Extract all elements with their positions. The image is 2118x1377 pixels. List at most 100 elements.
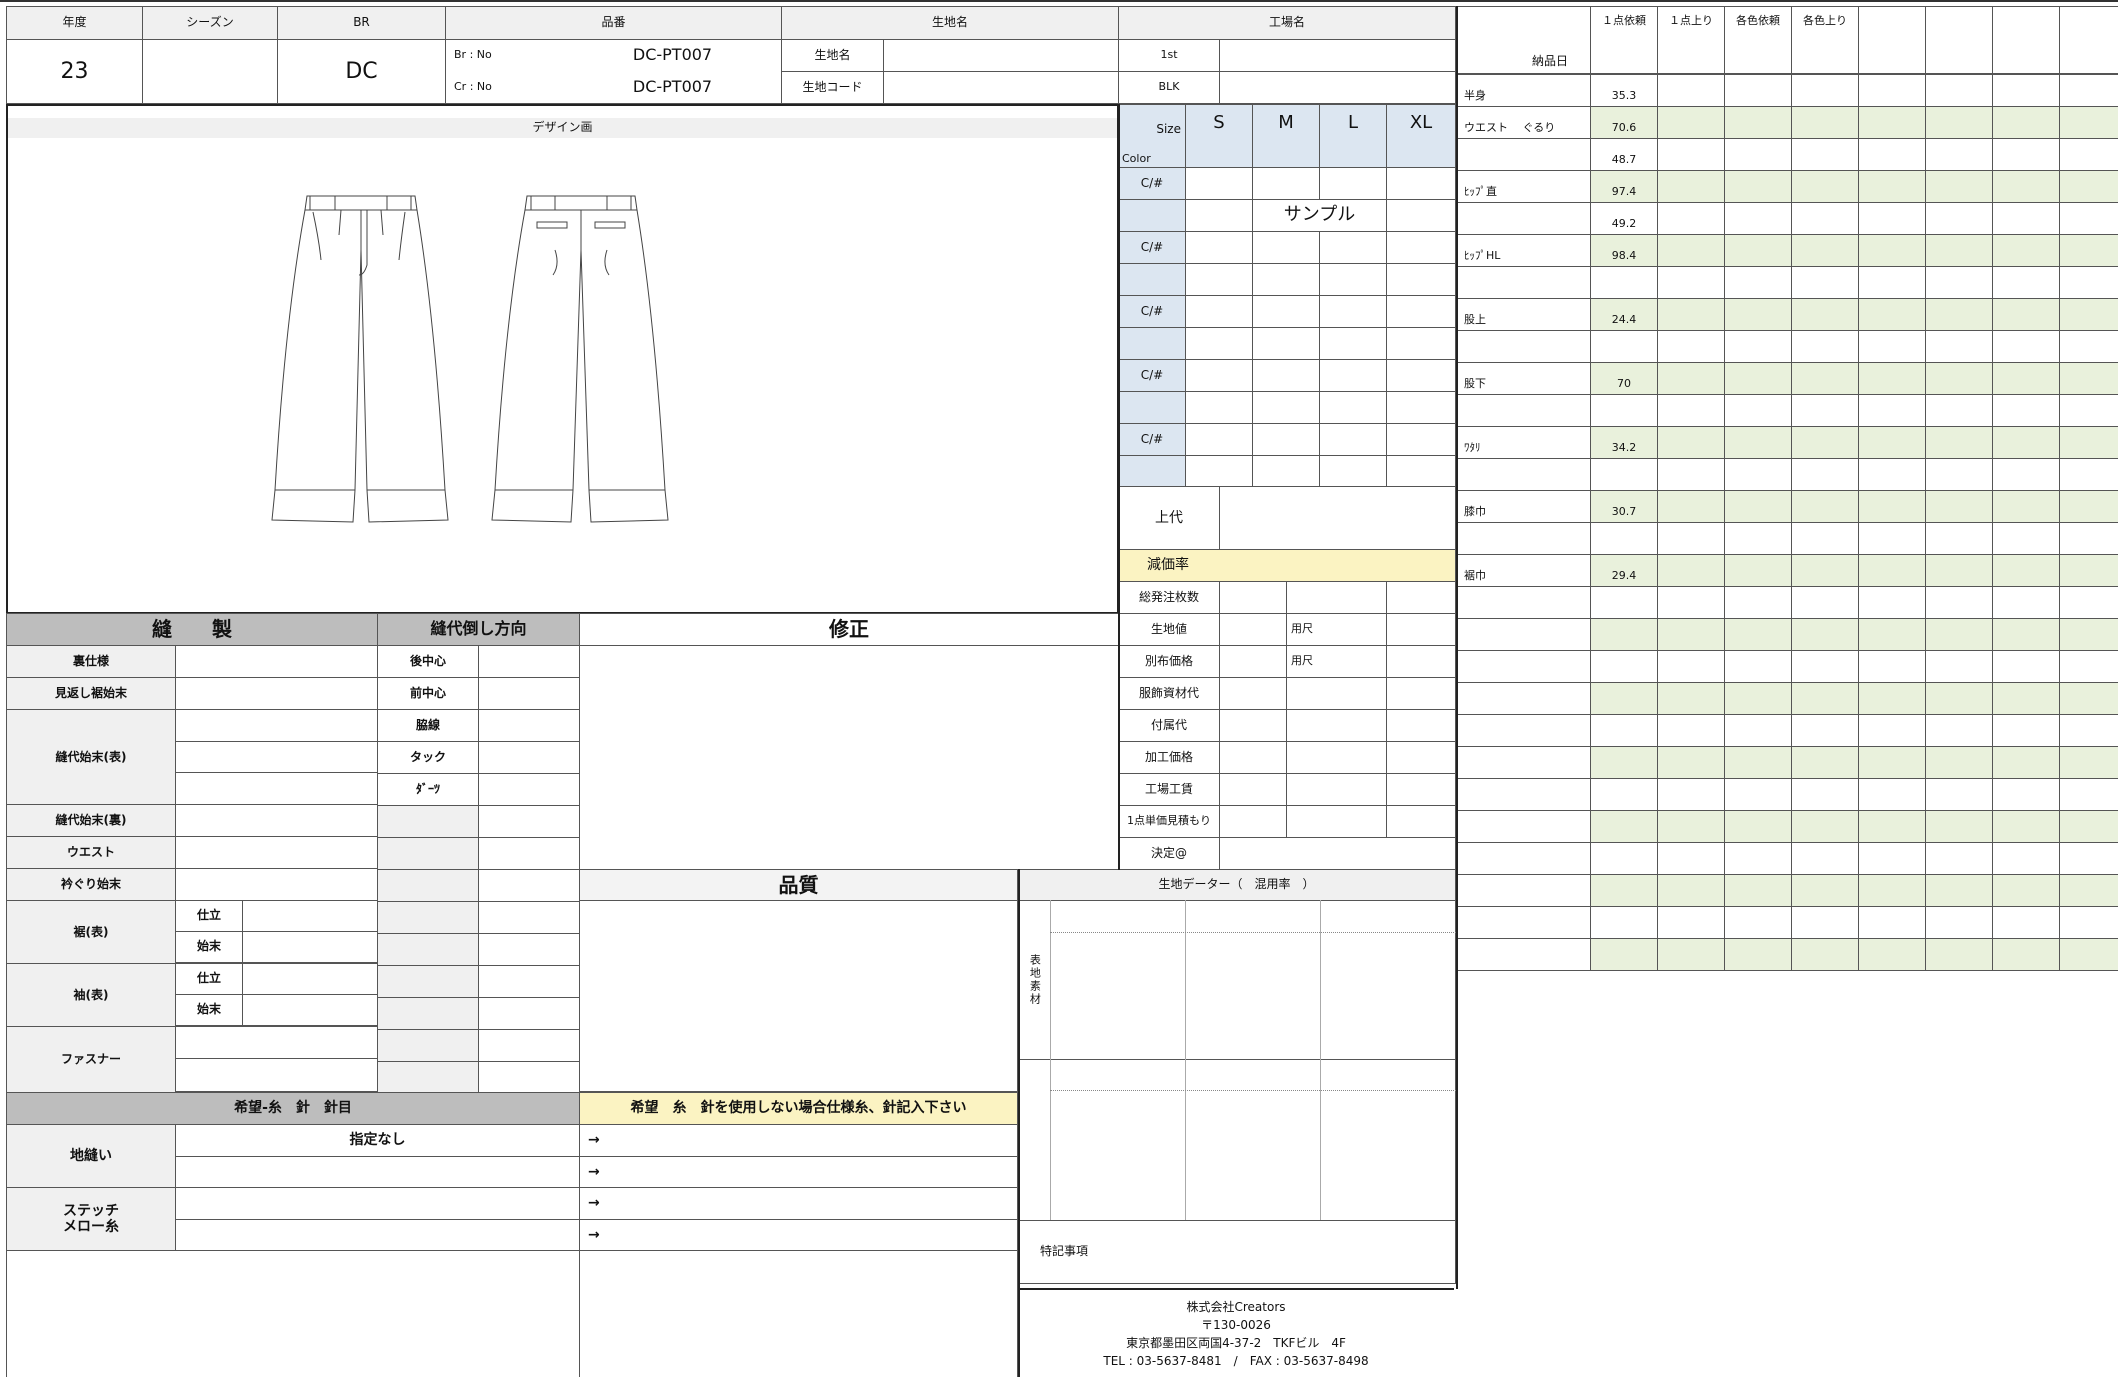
measure-cell[interactable] <box>2059 202 2118 235</box>
measure-cell[interactable] <box>2059 842 2118 875</box>
sewing-value[interactable] <box>175 645 378 678</box>
measure-cell[interactable] <box>2059 394 2118 427</box>
measure-cell[interactable] <box>2059 714 2118 747</box>
measure-value[interactable]: 70 <box>1590 362 1658 395</box>
measure-cell[interactable] <box>1925 938 1993 971</box>
measure-cell[interactable] <box>1657 394 1725 427</box>
measure-cell[interactable] <box>1992 234 2060 267</box>
measure-cell[interactable] <box>1858 170 1926 203</box>
price-value[interactable] <box>1386 805 1456 838</box>
measure-cell[interactable] <box>1724 106 1792 139</box>
measure-cell[interactable] <box>1657 778 1725 811</box>
measure-value[interactable]: 30.7 <box>1590 490 1658 523</box>
measure-cell[interactable] <box>2059 330 2118 363</box>
measure-cell[interactable] <box>1858 490 1926 523</box>
measure-cell[interactable] <box>1724 170 1792 203</box>
measure-cell[interactable] <box>1791 426 1859 459</box>
qty-cell[interactable] <box>1185 199 1253 232</box>
direction-value[interactable] <box>478 965 580 998</box>
measure-cell[interactable] <box>1724 74 1792 107</box>
measure-cell[interactable] <box>1657 202 1725 235</box>
price-value[interactable] <box>1219 709 1287 742</box>
measure-value[interactable] <box>1590 810 1658 843</box>
measure-cell[interactable] <box>1858 682 1926 715</box>
qty-cell[interactable] <box>1319 263 1387 296</box>
measure-value[interactable] <box>1590 522 1658 555</box>
measure-cell[interactable] <box>1724 778 1792 811</box>
sewing-value[interactable] <box>175 677 378 710</box>
measure-cell[interactable] <box>1858 586 1926 619</box>
qty-cell[interactable] <box>1319 359 1387 392</box>
measure-value[interactable]: 98.4 <box>1590 234 1658 267</box>
measure-cell[interactable] <box>1992 586 2060 619</box>
measure-cell[interactable] <box>1791 842 1859 875</box>
measure-cell[interactable] <box>1925 458 1993 491</box>
measure-cell[interactable] <box>1657 298 1725 331</box>
bottom-blank-2[interactable] <box>579 1250 1018 1377</box>
measure-cell[interactable] <box>1992 138 2060 171</box>
measure-cell[interactable] <box>1724 714 1792 747</box>
measure-cell[interactable] <box>1925 778 1993 811</box>
direction-value[interactable] <box>478 997 580 1030</box>
price-value[interactable] <box>1219 677 1287 710</box>
price-value[interactable] <box>1386 581 1456 614</box>
measure-cell[interactable] <box>1925 138 1993 171</box>
measure-cell[interactable] <box>1925 650 1993 683</box>
price-value[interactable] <box>1386 645 1456 678</box>
price-value[interactable] <box>1219 773 1287 806</box>
measure-cell[interactable] <box>1858 330 1926 363</box>
price-value[interactable] <box>1219 613 1287 646</box>
price-value[interactable] <box>1286 581 1387 614</box>
measure-cell[interactable] <box>1791 138 1859 171</box>
fabric-name-value[interactable] <box>883 39 1119 72</box>
measure-value[interactable] <box>1590 586 1658 619</box>
fabric-data-area-2[interactable] <box>1017 1059 1456 1221</box>
sewing-value[interactable] <box>175 1026 378 1059</box>
measure-cell[interactable] <box>1724 330 1792 363</box>
measure-cell[interactable] <box>1992 714 2060 747</box>
sewing-value[interactable] <box>175 804 378 837</box>
jinui-value[interactable]: 指定なし <box>175 1124 580 1157</box>
measure-cell[interactable] <box>2059 554 2118 587</box>
sewing-value[interactable] <box>175 772 378 805</box>
measure-cell[interactable] <box>1791 490 1859 523</box>
measure-value[interactable] <box>1590 938 1658 971</box>
qty-cell[interactable] <box>1185 231 1253 264</box>
measure-cell[interactable] <box>1992 394 2060 427</box>
measure-cell[interactable] <box>1992 490 2060 523</box>
measure-cell[interactable] <box>2059 586 2118 619</box>
price-value[interactable] <box>1219 741 1287 774</box>
measure-cell[interactable] <box>1992 650 2060 683</box>
measure-cell[interactable] <box>1992 426 2060 459</box>
measure-cell[interactable] <box>1791 522 1859 555</box>
price-value[interactable] <box>1219 837 1456 870</box>
qty-cell[interactable] <box>1386 359 1456 392</box>
qty-cell[interactable] <box>1185 455 1253 488</box>
measure-cell[interactable] <box>1724 906 1792 939</box>
measure-cell[interactable] <box>1724 522 1792 555</box>
sewing-value[interactable] <box>175 1058 378 1092</box>
measure-cell[interactable] <box>1724 426 1792 459</box>
measure-cell[interactable] <box>1925 842 1993 875</box>
direction-value[interactable] <box>478 901 580 934</box>
measure-cell[interactable] <box>2059 906 2118 939</box>
measure-cell[interactable] <box>1657 106 1725 139</box>
measure-cell[interactable] <box>1724 266 1792 299</box>
measure-cell[interactable] <box>2059 106 2118 139</box>
measure-value[interactable] <box>1590 458 1658 491</box>
measure-cell[interactable] <box>1858 810 1926 843</box>
sewing-value[interactable] <box>242 963 378 995</box>
measure-cell[interactable] <box>1657 842 1725 875</box>
measure-cell[interactable] <box>1858 298 1926 331</box>
direction-value[interactable] <box>478 933 580 966</box>
blk-value[interactable] <box>1219 71 1456 104</box>
measure-cell[interactable] <box>1858 778 1926 811</box>
qty-cell[interactable] <box>1252 455 1320 488</box>
price-value[interactable] <box>1286 677 1387 710</box>
price-value[interactable] <box>1286 805 1387 838</box>
measure-cell[interactable] <box>1992 682 2060 715</box>
measure-cell[interactable] <box>1858 458 1926 491</box>
measure-cell[interactable] <box>1925 266 1993 299</box>
measure-cell[interactable] <box>1724 138 1792 171</box>
direction-value[interactable] <box>478 773 580 806</box>
